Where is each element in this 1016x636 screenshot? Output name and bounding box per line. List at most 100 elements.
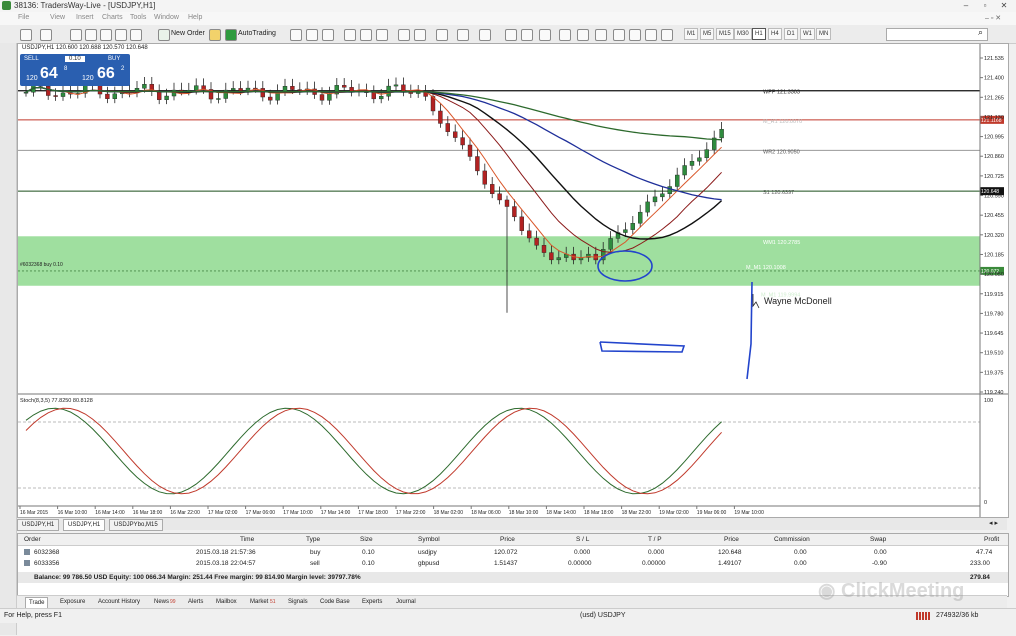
line-chart-icon[interactable]	[322, 29, 334, 41]
col-order[interactable]: Order	[24, 536, 41, 543]
navigator-collapsed-panel[interactable]	[0, 43, 17, 635]
new-order-icon[interactable]	[158, 29, 170, 41]
col-swap[interactable]: Swap	[870, 536, 886, 543]
autotrading-icon[interactable]	[225, 29, 237, 41]
buy-price-sup[interactable]: 2	[121, 66, 124, 72]
fibonacci-icon[interactable]	[613, 29, 625, 41]
col-type[interactable]: Type	[306, 536, 320, 543]
autotrading-button[interactable]: AutoTrading	[238, 28, 276, 40]
tile-windows-icon[interactable]	[376, 29, 388, 41]
tab-account-history[interactable]: Account History	[95, 597, 143, 607]
timeframe-h4[interactable]: H4	[768, 28, 782, 40]
vertical-line-icon[interactable]	[539, 29, 551, 41]
tab-journal[interactable]: Journal	[393, 597, 419, 607]
text-label-icon[interactable]	[645, 29, 657, 41]
search-input[interactable]	[886, 28, 988, 41]
timeframe-h1[interactable]: H1	[752, 28, 766, 40]
buy-price-prefix[interactable]: 120	[82, 75, 94, 82]
tab-mailbox[interactable]: Mailbox	[213, 597, 240, 607]
candle-body	[267, 96, 273, 101]
sell-price-prefix[interactable]: 120	[26, 75, 38, 82]
buy-button[interactable]: BUY	[108, 56, 120, 62]
sell-price-sup[interactable]: 8	[64, 66, 67, 72]
tab-signals[interactable]: Signals	[285, 597, 311, 607]
menu-help[interactable]: Help	[188, 14, 202, 21]
autoscroll-icon[interactable]	[398, 29, 410, 41]
restore-button[interactable]: ▫	[975, 0, 995, 11]
tab-usdjpy-h1[interactable]: USDJPY,H1	[17, 519, 60, 531]
scroll-tabs-icon[interactable]: ◂ ▸	[989, 519, 998, 527]
arrows-icon[interactable]	[661, 29, 673, 41]
time-tick-label: 18 Mar 06:00	[471, 510, 501, 516]
col-current-price[interactable]: Price	[724, 536, 739, 543]
close-button[interactable]: ✕	[994, 0, 1014, 11]
chart-shift-icon[interactable]	[414, 29, 426, 41]
crosshair-icon[interactable]	[521, 29, 533, 41]
timeframe-m5[interactable]: M5	[700, 28, 715, 40]
metaeditor-icon[interactable]	[209, 29, 221, 41]
equidistant-channel-icon[interactable]	[595, 29, 607, 41]
bar-chart-icon[interactable]	[290, 29, 302, 41]
sell-price-big[interactable]: 64	[40, 65, 58, 83]
templates-icon[interactable]	[479, 29, 491, 41]
menu-file[interactable]: File	[18, 14, 29, 21]
zoom-out-icon[interactable]	[360, 29, 372, 41]
buy-price-big[interactable]: 66	[97, 65, 115, 83]
chart-canvas[interactable]: WPP 121.3303 M_R1 120.0070 WR2 120.9050 S1 …	[18, 44, 1008, 517]
col-size[interactable]: Size	[360, 536, 373, 543]
timeframe-d1[interactable]: D1	[784, 28, 798, 40]
new-order-button[interactable]: New Order	[171, 28, 205, 40]
cursor-icon[interactable]	[505, 29, 517, 41]
timeframe-mn[interactable]: MN	[816, 28, 832, 40]
tab-usdjpybo-m15[interactable]: USDJPYbo,M15	[109, 519, 163, 531]
menu-insert[interactable]: Insert	[76, 14, 94, 21]
tab-experts[interactable]: Experts	[359, 597, 385, 607]
mdi-controls[interactable]: – ▫ ✕	[985, 14, 1001, 22]
timeframe-w1[interactable]: W1	[800, 28, 815, 40]
timeframe-m30[interactable]: M30	[734, 28, 752, 40]
col-profit[interactable]: Profit	[984, 536, 999, 543]
tab-exposure[interactable]: Exposure	[57, 597, 88, 607]
indicators-icon[interactable]	[436, 29, 448, 41]
timeframe-m15[interactable]: M15	[716, 28, 734, 40]
menu-tools[interactable]: Tools	[130, 14, 146, 21]
menu-window[interactable]: Window	[154, 14, 179, 21]
tab-usdjpy-h1-active[interactable]: USDJPY,H1	[63, 519, 106, 531]
minimize-button[interactable]: –	[956, 0, 976, 11]
col-tp[interactable]: T / P	[648, 536, 662, 543]
candlestick-icon[interactable]	[306, 29, 318, 41]
periods-icon[interactable]	[457, 29, 469, 41]
terminal-icon[interactable]	[115, 29, 127, 41]
chart-window[interactable]: WPP 121.3303 M_R1 120.0070 WR2 120.9050 S1 …	[17, 43, 1009, 518]
chart-header: USDJPY,H1 120.600 120.688 120.570 120.64…	[22, 45, 148, 51]
horizontal-line-icon[interactable]	[559, 29, 571, 41]
col-price[interactable]: Price	[500, 536, 515, 543]
tester-icon[interactable]	[130, 29, 142, 41]
tab-alerts[interactable]: Alerts	[185, 597, 206, 607]
timeframe-m1[interactable]: M1	[684, 28, 699, 40]
col-symbol[interactable]: Symbol	[418, 536, 440, 543]
col-sl[interactable]: S / L	[576, 536, 589, 543]
data-window-icon[interactable]	[85, 29, 97, 41]
search-icon[interactable]: ⌕	[978, 27, 983, 38]
trendline-icon[interactable]	[577, 29, 589, 41]
menu-view[interactable]: View	[50, 14, 65, 21]
lot-size-input[interactable]: 0.10	[65, 56, 85, 62]
menu-charts[interactable]: Charts	[102, 14, 123, 21]
order-type: buy	[310, 549, 321, 556]
text-icon[interactable]	[629, 29, 641, 41]
col-commission[interactable]: Commission	[774, 536, 810, 543]
navigator-icon[interactable]	[100, 29, 112, 41]
sell-button[interactable]: SELL	[24, 56, 39, 62]
candle-body	[504, 199, 510, 207]
tab-code-base[interactable]: Code Base	[317, 597, 353, 607]
moving-average-line	[25, 86, 722, 253]
new-chart-icon[interactable]	[20, 29, 32, 41]
table-row[interactable]: 6033356 2015.03.18 22:04:57 sell 0.10 gb…	[18, 559, 1008, 570]
col-time[interactable]: Time	[240, 536, 254, 543]
menu-bar: File View Insert Charts Tools Window Hel…	[0, 12, 1016, 25]
zoom-in-icon[interactable]	[344, 29, 356, 41]
market-watch-icon[interactable]	[70, 29, 82, 41]
profiles-icon[interactable]	[40, 29, 52, 41]
table-row[interactable]: 6032368 2015.03.18 21:57:36 buy 0.10 usd…	[18, 548, 1008, 559]
